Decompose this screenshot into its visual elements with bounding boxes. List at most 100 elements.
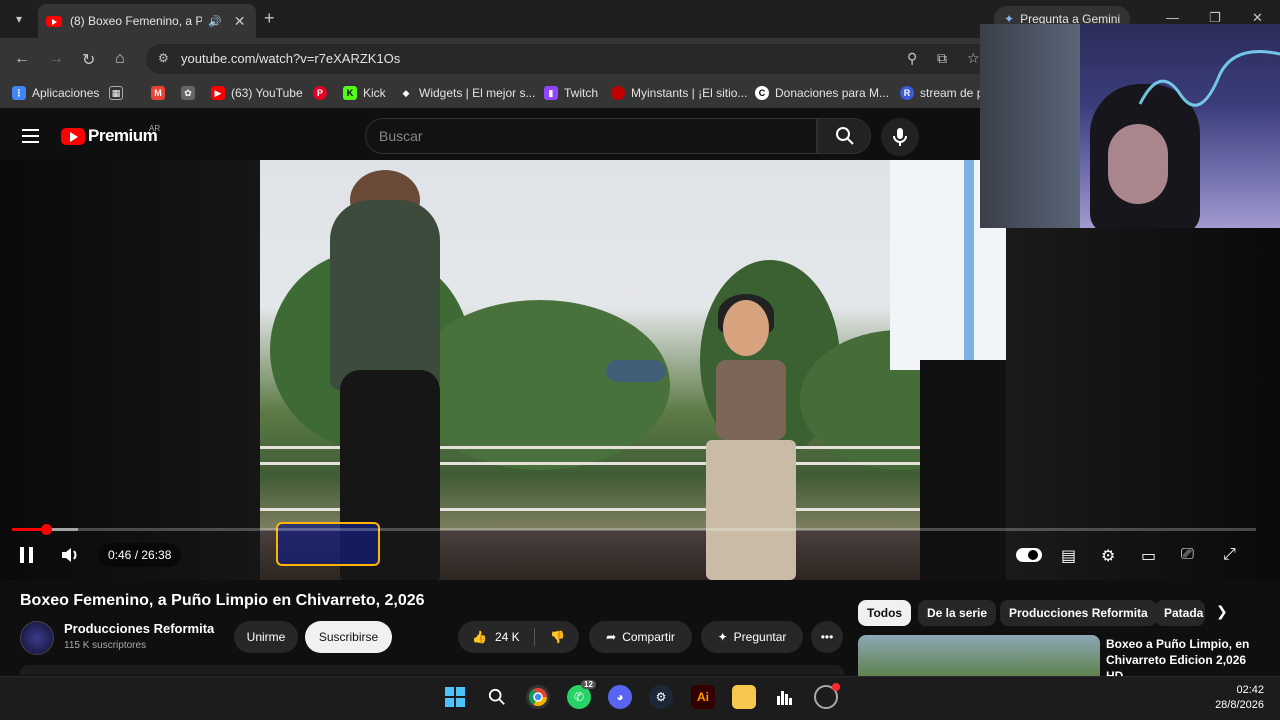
sparkle-icon: ✦ <box>717 630 728 644</box>
myinstants-icon <box>611 86 625 100</box>
youtube-logo-icon[interactable] <box>61 128 85 145</box>
illustrator-icon[interactable]: Ai <box>691 685 715 709</box>
install-app-icon[interactable]: ⧉ <box>937 50 947 67</box>
subscribe-button[interactable]: Suscribirse <box>305 621 392 653</box>
fullscreen-icon[interactable]: ⤢ <box>1223 546 1236 564</box>
new-tab-button[interactable]: + <box>264 8 275 29</box>
channel-avatar[interactable] <box>20 621 54 655</box>
clock-time: 02:42 <box>1236 684 1264 696</box>
bookmark-youtube[interactable]: ▶ (63) YouTube <box>211 86 303 100</box>
join-button[interactable]: Unirme <box>234 621 298 653</box>
notification-badge: 12 <box>581 680 596 689</box>
chip-producciones-reformita[interactable]: Producciones Reformita <box>1000 600 1157 626</box>
steam-icon[interactable]: ⚙ <box>649 685 673 709</box>
youtube-icon: ▶ <box>211 86 225 100</box>
scrubber-handle[interactable] <box>41 524 52 535</box>
pause-icon[interactable] <box>20 547 34 563</box>
bookmark-myinstants[interactable]: Myinstants | ¡El sitio... <box>611 86 747 100</box>
app-icon[interactable] <box>814 683 840 709</box>
video-title: Boxeo Femenino, a Puño Limpio en Chivarr… <box>20 592 425 609</box>
search-button[interactable] <box>817 118 871 154</box>
bookmark-grid[interactable]: ▦ <box>109 86 129 100</box>
apps-icon: ⋮ <box>12 86 26 100</box>
dislike-button[interactable]: 👎 <box>536 621 579 653</box>
bookmark-widgets[interactable]: ◆ Widgets | El mejor s... <box>399 86 536 100</box>
ambient-left <box>0 160 260 580</box>
bookmark-star-icon[interactable]: ☆ <box>967 50 980 67</box>
search-icon <box>836 127 854 145</box>
site-info-icon[interactable]: ⚙ <box>158 51 169 65</box>
like-count: 24 K <box>494 630 520 644</box>
chevron-down-icon: ▾ <box>15 12 23 26</box>
home-icon[interactable]: ⌂ <box>115 50 125 68</box>
forward-arrow-icon[interactable]: → <box>48 50 64 68</box>
bookmark-stream[interactable]: Rstream de p <box>900 86 983 100</box>
bookmark-twitch[interactable]: ▮ Twitch <box>544 86 598 100</box>
boxer-right <box>688 290 808 580</box>
browser-tab[interactable]: (8) Boxeo Femenino, a Puño Limpio en Chi… <box>38 4 256 38</box>
search-input[interactable] <box>365 118 817 154</box>
ask-label: Preguntar <box>733 630 787 644</box>
audio-meter-icon[interactable] <box>773 685 797 709</box>
description-box[interactable] <box>20 665 844 675</box>
back-arrow-icon[interactable]: ← <box>14 50 30 68</box>
share-button[interactable]: ➦ Compartir <box>589 621 692 653</box>
whatsapp-icon[interactable]: ✆ 12 <box>567 680 596 709</box>
like-button[interactable]: 👍 24 K <box>458 621 536 653</box>
chip-de-la-serie[interactable]: De la serie <box>918 600 997 626</box>
bookmark-donaciones[interactable]: C Donaciones para M... <box>755 86 889 100</box>
like-divider <box>534 628 535 646</box>
tab-search-button[interactable]: ▾ <box>8 8 30 30</box>
tab-close-icon[interactable]: ✕ <box>234 13 246 30</box>
bookmark-gmail[interactable]: M <box>151 86 171 100</box>
autoplay-toggle[interactable] <box>1016 548 1042 562</box>
clock-date: 28/8/2026 <box>1215 699 1264 711</box>
streamer-webcam <box>980 24 1280 228</box>
volume-icon[interactable] <box>60 546 80 564</box>
menu-icon[interactable] <box>22 129 39 147</box>
subtitles-icon[interactable]: ▤ <box>1061 546 1076 566</box>
chrome-icon[interactable] <box>526 685 550 709</box>
kick-icon: K <box>343 86 357 100</box>
bookmark-pinterest[interactable]: P <box>313 86 333 100</box>
chip-patada[interactable]: Patada <box>1155 600 1205 626</box>
video-frame[interactable] <box>260 160 1006 580</box>
theater-mode-icon[interactable]: ▭ <box>1141 546 1156 566</box>
more-horizontal-icon: ••• <box>820 630 834 644</box>
speaker-icon[interactable]: 🔊 <box>208 15 222 28</box>
search-placeholder: Buscar <box>379 128 423 144</box>
share-icon: ➦ <box>606 630 617 644</box>
twitch-icon: ▮ <box>544 86 558 100</box>
channel-name[interactable]: Producciones Reformita <box>64 621 214 636</box>
boxer-left <box>300 170 470 580</box>
windows-start-icon[interactable] <box>443 685 467 709</box>
recommended-thumbnail[interactable] <box>858 635 1100 680</box>
microphone-icon <box>893 128 907 146</box>
system-clock[interactable]: 02:42 28/8/2026 <box>1215 683 1264 713</box>
chip-todos[interactable]: Todos <box>858 600 912 626</box>
bookmark-aplicaciones[interactable]: ⋮ Aplicaciones <box>12 86 99 100</box>
channel-watermark <box>606 360 666 382</box>
bookmark-kick[interactable]: K Kick <box>343 86 386 100</box>
zoom-icon[interactable]: ⚲ <box>907 50 917 67</box>
reload-icon[interactable]: ↻ <box>82 50 95 70</box>
youtube-premium-logo[interactable]: Premium <box>88 126 158 146</box>
grid-icon: ▦ <box>109 86 123 100</box>
progress-bar[interactable] <box>12 528 1256 531</box>
chevron-right-icon[interactable]: ❯ <box>1216 603 1228 620</box>
discord-icon[interactable]: ◕ <box>608 685 632 709</box>
settings-gear-icon[interactable]: ⚙ <box>1101 546 1115 566</box>
time-display: 0:46 / 26:38 <box>98 543 182 567</box>
youtube-favicon-icon <box>46 15 62 27</box>
bookmark-openai[interactable]: ✿ <box>181 86 201 100</box>
minimize-icon[interactable]: — <box>1166 10 1179 25</box>
voice-search-button[interactable] <box>881 118 919 156</box>
more-actions-button[interactable]: ••• <box>811 621 843 653</box>
cast-icon[interactable]: ⎚ <box>1181 546 1194 564</box>
search-icon[interactable] <box>485 685 509 709</box>
file-explorer-icon[interactable] <box>732 685 756 709</box>
windows-taskbar <box>0 676 1280 720</box>
widgets-icon: ◆ <box>402 87 410 98</box>
url-text[interactable]: youtube.com/watch?v=r7eXARZK1Os <box>181 51 400 66</box>
ask-button[interactable]: ✦ Preguntar <box>701 621 803 653</box>
